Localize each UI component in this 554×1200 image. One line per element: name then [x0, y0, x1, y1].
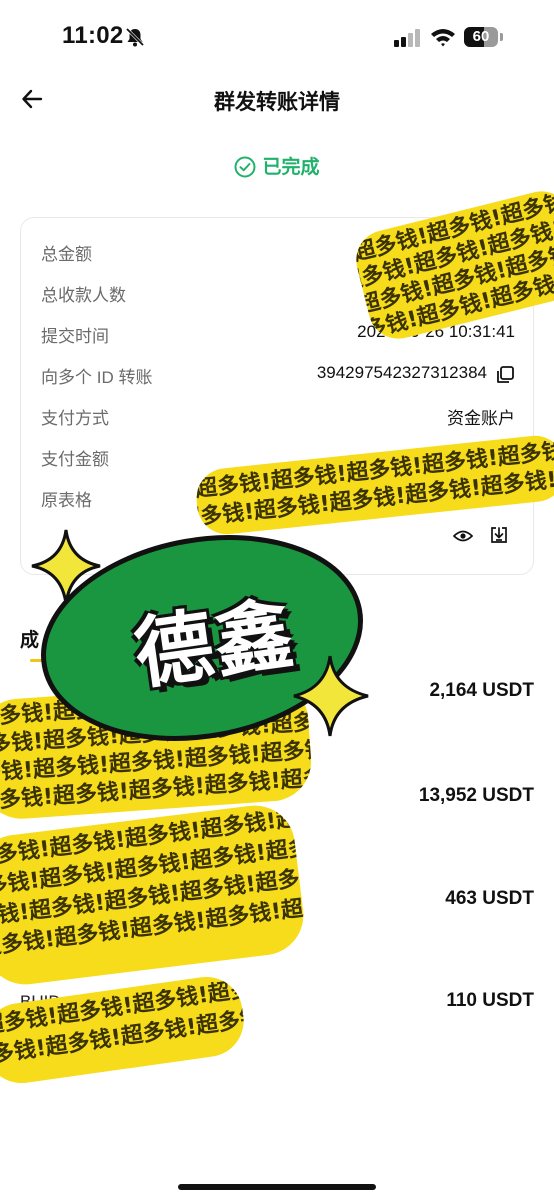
download-icon[interactable]	[489, 525, 509, 545]
row-transfer-id: 向多个 ID 转账 394297542327312384	[41, 363, 515, 387]
row-label: 总金额	[41, 245, 92, 264]
copy-icon[interactable]	[495, 365, 515, 385]
row-label: 原表格	[41, 491, 92, 510]
transfer-amount: 463 USDT	[445, 888, 534, 909]
row-label: 向多个 ID 转账	[41, 368, 153, 387]
battery-icon: 60	[464, 27, 504, 47]
status-label: 已完成	[0, 152, 554, 179]
wifi-icon	[431, 29, 455, 47]
battery-percent: 60	[472, 28, 490, 45]
nav-bar: 群发转账详情	[0, 76, 554, 122]
row-value: 394297542327312384	[316, 363, 487, 382]
signal-icon	[394, 29, 420, 47]
transfer-amount: 110 USDT	[446, 990, 534, 1011]
page-title: 群发转账详情	[214, 91, 340, 114]
row-label: 支付金额	[41, 450, 109, 469]
row-label: 提交时间	[41, 327, 109, 346]
row-label: 总收款人数	[41, 286, 126, 305]
home-indicator[interactable]	[178, 1184, 376, 1190]
bell-muted-icon	[125, 27, 145, 47]
sheet-actions	[453, 525, 513, 549]
status-text: 已完成	[262, 157, 320, 178]
row-label: 支付方式	[41, 409, 109, 428]
row-value: 资金账户	[447, 409, 515, 428]
sticker-stripe: 超多钱!超多钱!超多钱!超多钱!超多钱!超多钱!超多钱! 超多钱!超多钱!超多钱…	[0, 972, 249, 1088]
status-bar: 11:02 60	[0, 0, 554, 76]
transfer-amount: 2,164 USDT	[429, 680, 534, 701]
row-payment-method: 支付方式 资金账户	[41, 404, 515, 428]
sticker-badge: 德鑫	[24, 520, 384, 750]
eye-icon[interactable]	[453, 529, 473, 543]
transfer-amount: 13,952 USDT	[418, 785, 534, 806]
check-circle-icon	[234, 156, 256, 178]
sticker-stripe: 超多钱!超多钱!超多钱!超多钱!超多钱!超多钱!超多钱! 超多钱!超多钱!超多钱…	[0, 801, 308, 989]
clock: 11:02	[62, 22, 124, 49]
